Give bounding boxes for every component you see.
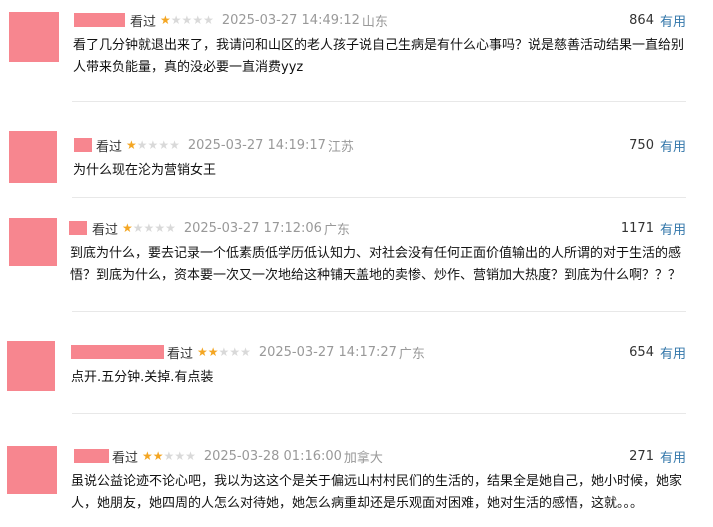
star-icon: ★ xyxy=(136,138,148,152)
review-location: 加拿大 xyxy=(343,450,383,466)
star-icon: ★ xyxy=(218,345,230,359)
username[interactable] xyxy=(71,345,164,359)
avatar[interactable] xyxy=(7,341,55,391)
username[interactable] xyxy=(74,13,125,27)
watched-label: 看过 xyxy=(112,450,139,466)
avatar[interactable] xyxy=(7,446,57,494)
divider xyxy=(72,197,686,198)
divider xyxy=(72,311,686,312)
star-icon: ★ xyxy=(229,345,241,359)
rating-stars: ★ ★ ★ ★ ★ xyxy=(126,139,180,151)
star-icon: ★ xyxy=(192,13,204,27)
star-icon: ★ xyxy=(181,13,193,27)
star-icon: ★ xyxy=(126,138,137,152)
review-content-line: 悟？到底为什么，资本要一次又一次地给这种铺天盖地的卖惨、炒作、营销加大热度？到底… xyxy=(70,268,682,283)
review-meta: 看过 ★ ★ ★ ★ ★ 2025-03-27 17:12:06 广东 xyxy=(92,218,350,238)
review-content: 为什么现在沦为营销女王 xyxy=(73,160,216,182)
watched-label: 看过 xyxy=(92,222,119,238)
star-icon: ★ xyxy=(174,449,186,463)
vote-count: 654 xyxy=(629,344,654,360)
star-icon: ★ xyxy=(240,345,251,359)
username[interactable] xyxy=(74,449,109,463)
vote-count: 750 xyxy=(629,137,654,153)
star-icon: ★ xyxy=(142,449,153,463)
vote-count: 1171 xyxy=(620,220,654,236)
username[interactable] xyxy=(74,138,92,152)
star-icon: ★ xyxy=(163,449,175,463)
review-location: 山东 xyxy=(361,14,388,30)
review-meta: 看过 ★ ★ ★ ★ ★ 2025-03-27 14:17:27 广东 xyxy=(167,342,425,362)
review-time: 2025-03-28 01:16:00 xyxy=(203,448,342,464)
star-icon: ★ xyxy=(185,449,196,463)
divider xyxy=(72,101,686,102)
review-content-line: 虽说公益论迹不论心吧，我以为这这个是关于偏远山村村民们的生活的，结果全是她自己，… xyxy=(71,474,683,489)
review-content-line: 人，她朋友，她四周的人怎么对待她，她怎么病重却还是乐观面对困难，她对生活的感悟，… xyxy=(71,496,644,511)
star-icon: ★ xyxy=(165,221,176,235)
star-icon: ★ xyxy=(158,138,170,152)
star-icon: ★ xyxy=(197,345,208,359)
review-content-line: 为什么现在沦为营销女王 xyxy=(73,163,217,178)
useful-button[interactable]: 有用 xyxy=(660,11,686,30)
watched-label: 看过 xyxy=(130,14,157,30)
review-content: 虽说公益论迹不论心吧，我以为这这个是关于偏远山村村民们的生活的，结果全是她自己，… xyxy=(71,471,682,515)
review-time: 2025-03-27 14:49:12 xyxy=(221,12,360,28)
star-icon: ★ xyxy=(152,449,164,463)
review-content-line: 点开.五分钟.关掉.有点装 xyxy=(71,370,214,385)
username[interactable] xyxy=(69,221,87,235)
avatar[interactable] xyxy=(9,12,59,62)
star-icon: ★ xyxy=(203,13,214,27)
rating-stars: ★ ★ ★ ★ ★ xyxy=(160,14,214,26)
review-time: 2025-03-27 14:19:17 xyxy=(187,137,326,153)
star-icon: ★ xyxy=(169,138,180,152)
review-meta: 看过 ★ ★ ★ ★ ★ 2025-03-28 01:16:00 加拿大 xyxy=(112,446,383,466)
rating-stars: ★ ★ ★ ★ ★ xyxy=(142,450,196,462)
avatar[interactable] xyxy=(9,131,57,183)
rating-stars: ★ ★ ★ ★ ★ xyxy=(197,346,251,358)
star-icon: ★ xyxy=(143,221,155,235)
review-location: 广东 xyxy=(398,346,425,362)
review-time: 2025-03-27 17:12:06 xyxy=(183,220,322,236)
review-content-line: 看了几分钟就退出来了，我请问和山区的老人孩子说自己生病是有什么心事吗？说是慈善活… xyxy=(73,38,685,53)
star-icon: ★ xyxy=(170,13,182,27)
useful-button[interactable]: 有用 xyxy=(660,219,686,238)
review-content-line: 人带来负能量，真的没必要一直消费yyz xyxy=(73,60,304,75)
vote-area: 271 有用 xyxy=(629,446,686,466)
watched-label: 看过 xyxy=(96,139,123,155)
review-content: 看了几分钟就退出来了，我请问和山区的老人孩子说自己生病是有什么心事吗？说是慈善活… xyxy=(73,35,684,79)
vote-count: 864 xyxy=(629,12,654,28)
review-location: 江苏 xyxy=(327,139,354,155)
vote-area: 1171 有用 xyxy=(621,218,686,238)
review-location: 广东 xyxy=(323,222,350,238)
star-icon: ★ xyxy=(122,221,133,235)
avatar[interactable] xyxy=(9,218,57,266)
review-content: 点开.五分钟.关掉.有点装 xyxy=(71,367,213,389)
review-content-line: 到底为什么，要去记录一个低素质低学历低认知力、对社会没有任何正面价值输出的人所谓… xyxy=(70,246,682,261)
star-icon: ★ xyxy=(147,138,159,152)
vote-area: 654 有用 xyxy=(629,342,686,362)
star-icon: ★ xyxy=(132,221,144,235)
vote-count: 271 xyxy=(629,448,654,464)
star-icon: ★ xyxy=(160,13,171,27)
vote-area: 864 有用 xyxy=(629,10,686,30)
review-meta: 看过 ★ ★ ★ ★ ★ 2025-03-27 14:19:17 江苏 xyxy=(96,135,354,155)
useful-button[interactable]: 有用 xyxy=(660,447,686,466)
useful-button[interactable]: 有用 xyxy=(660,343,686,362)
divider xyxy=(72,413,686,414)
review-content: 到底为什么，要去记录一个低素质低学历低认知力、对社会没有任何正面价值输出的人所谓… xyxy=(70,243,681,287)
watched-label: 看过 xyxy=(167,346,194,362)
review-time: 2025-03-27 14:17:27 xyxy=(258,344,397,360)
vote-area: 750 有用 xyxy=(629,135,686,155)
review-meta: 看过 ★ ★ ★ ★ ★ 2025-03-27 14:49:12 山东 xyxy=(130,10,388,30)
rating-stars: ★ ★ ★ ★ ★ xyxy=(122,222,176,234)
star-icon: ★ xyxy=(154,221,166,235)
useful-button[interactable]: 有用 xyxy=(660,136,686,155)
star-icon: ★ xyxy=(207,345,219,359)
